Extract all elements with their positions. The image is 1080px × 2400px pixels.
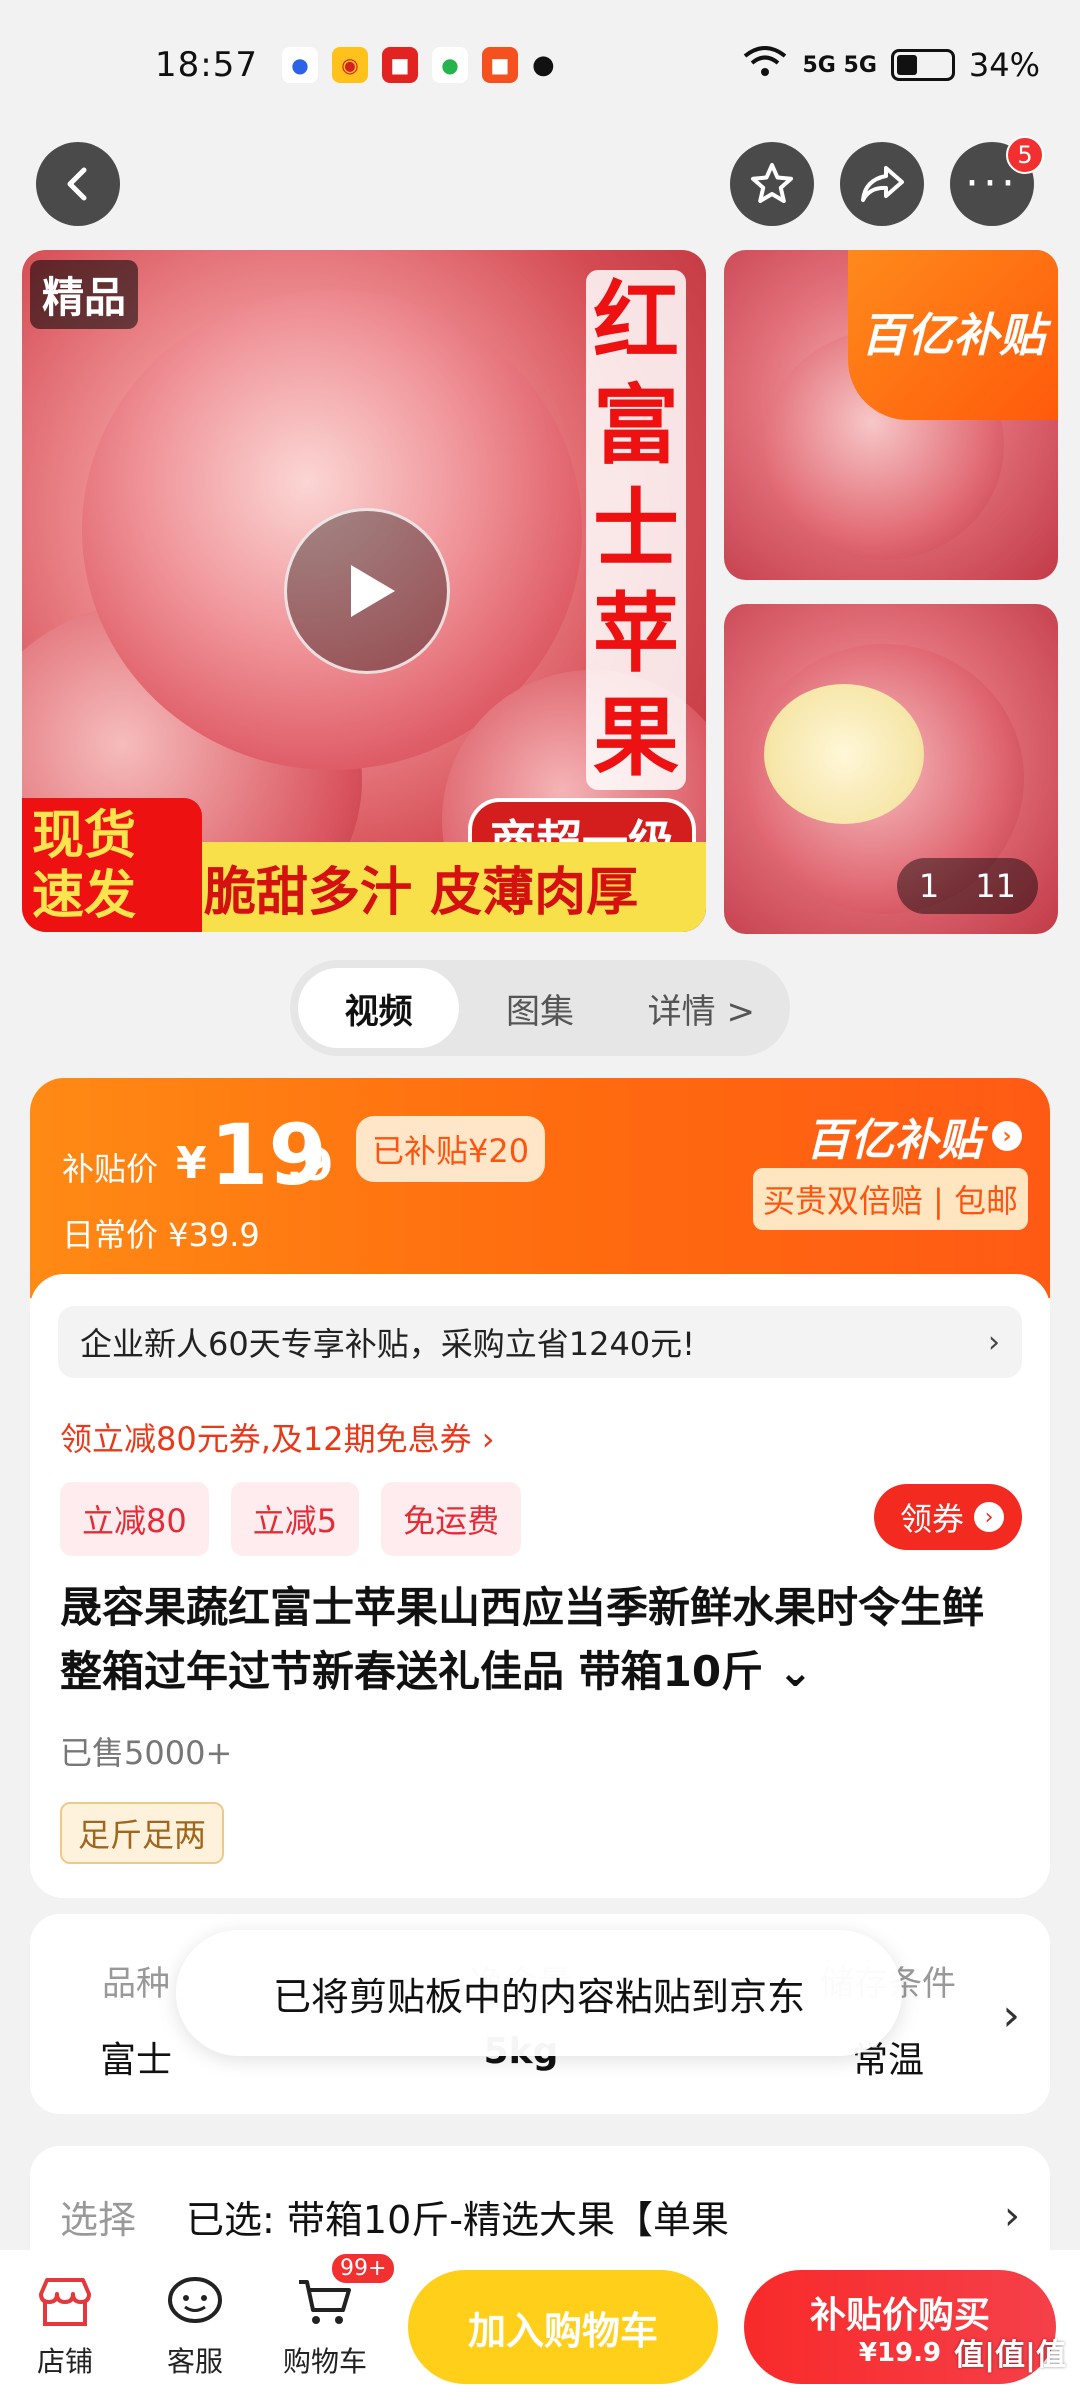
battery-icon (890, 49, 955, 81)
chevron-right-icon: › (1004, 2193, 1020, 2239)
customer-service-button[interactable]: 客服 (130, 2270, 260, 2380)
promo-tags: 立减80 立减5 免运费 (60, 1482, 522, 1556)
back-button[interactable] (36, 142, 120, 226)
price-decimal: .9 (286, 1140, 334, 1191)
cart-label: 购物车 (282, 2345, 367, 2378)
wifi-icon (742, 44, 788, 86)
share-button[interactable] (840, 142, 924, 226)
bottom-action-bar: 店铺 客服 99+ 购物车 加入购物车 补贴价购买 ¥19.9 (0, 2250, 1080, 2400)
stock-badge: 现货 速发 (22, 798, 202, 932)
coupon-link[interactable]: 领立减80元券,及12期免息券 › (60, 1414, 495, 1460)
enterprise-promo-bar[interactable]: 企业新人60天专享补贴，采购立省1240元! › (58, 1306, 1022, 1378)
weibo-app-icon: ◉ (331, 47, 368, 83)
price-header: 补贴价 ¥ 19 .9 已补贴¥20 日常价 ¥39.9 百亿补贴 › 买贵双倍… (30, 1078, 1050, 1298)
add-to-cart-button[interactable]: 加入购物车 (408, 2270, 718, 2384)
attribute-variety: 品种 富士 (100, 1956, 172, 2083)
subsidy-brand-text: 百亿补贴 (806, 1115, 982, 1166)
get-coupon-label: 领券 (899, 1500, 964, 1538)
guarantee-tag: 买贵双倍赔 | 包邮 (752, 1168, 1028, 1230)
share-icon (861, 166, 904, 202)
premium-tag: 精品 (30, 260, 139, 329)
stock-badge-line1: 现货 (32, 806, 137, 866)
clipboard-toast: 已将剪贴板中的内容粘贴到京东 (176, 1930, 902, 2056)
apple-bite-image (764, 684, 924, 824)
weight-guarantee-tag: 足斤足两 (60, 1802, 225, 1864)
promo-banner: 现货 速发 脆甜多汁 皮薄肉厚 (22, 798, 706, 932)
page-total: 11 (975, 867, 1016, 905)
discount-tag: 立减5 (230, 1482, 360, 1556)
tab-details[interactable]: 详情 > (621, 968, 782, 1048)
customer-service-label: 客服 (166, 2345, 223, 2378)
chevron-right-icon: › (1002, 1990, 1020, 2041)
main-product-image[interactable]: 精品 红富士苹果 商超一级 现货 速发 脆甜多汁 皮薄肉厚 (22, 250, 706, 932)
notification-dot-icon: ● (531, 50, 555, 80)
price-currency: ¥ (176, 1138, 207, 1189)
discount-tag: 立减80 (60, 1482, 209, 1556)
sold-count: 已售5000+ (60, 1734, 233, 1772)
stock-badge-line2: 速发 (32, 866, 137, 926)
customer-service-icon (163, 2270, 227, 2334)
page-current: 1 (918, 867, 940, 905)
product-gallery[interactable]: 精品 红富士苹果 商超一级 现货 速发 脆甜多汁 皮薄肉厚 百亿补贴 1 11 (0, 250, 1080, 935)
subsidy-price-label: 补贴价 (62, 1150, 159, 1188)
product-title[interactable]: 晟容果蔬红富士苹果山西应当季新鲜水果时令生鲜整箱过年过节新春送礼佳品 带箱10斤… (60, 1576, 1020, 1704)
status-time: 18:57 (155, 45, 258, 85)
signal-icon: 5G 5G (802, 52, 877, 78)
star-icon (751, 163, 793, 203)
red-app-icon: ■ (381, 47, 418, 83)
media-segment-tabs: 视频 图集 详情 > (290, 960, 790, 1056)
chevron-right-icon: › (988, 1324, 1000, 1360)
more-icon: ··· (965, 158, 1019, 209)
status-bar: 18:57 ● ◉ ■ ● ■ ● 5G 5G 34% (0, 0, 1080, 130)
product-vertical-title: 红富士苹果 (586, 270, 686, 790)
store-icon (33, 2270, 97, 2334)
subsidized-pill: 已补贴¥20 (356, 1116, 546, 1182)
subsidy-corner-badge: 百亿补贴 (848, 250, 1058, 420)
thumbnail-image-2[interactable]: 1 11 (724, 604, 1058, 934)
chevron-right-icon: › (974, 1502, 1004, 1532)
favorite-button[interactable] (730, 142, 814, 226)
selection-value: 已选: 带箱10斤-精选大果【单果 (186, 2197, 729, 2242)
enterprise-promo-text: 企业新人60天专享补贴，采购立省1240元! (80, 1325, 695, 1363)
product-info: 企业新人60天专享补贴，采购立省1240元! › 领立减80元券,及12期免息券… (30, 1274, 1050, 1898)
price-card: 补贴价 ¥ 19 .9 已补贴¥20 日常价 ¥39.9 百亿补贴 › 买贵双倍… (30, 1078, 1050, 1898)
play-icon (351, 565, 395, 617)
watermark-logo: 值|值|值 (954, 2338, 1066, 2373)
chevron-right-icon: › (992, 1121, 1022, 1151)
store-button[interactable]: 店铺 (0, 2270, 130, 2380)
cart-button[interactable]: 99+ 购物车 (260, 2252, 397, 2380)
more-button[interactable]: ··· 5 (950, 136, 1044, 226)
attribute-key: 品种 (102, 1964, 170, 2004)
thumbnail-image-1[interactable]: 百亿补贴 (724, 250, 1058, 580)
buy-now-price: ¥19.9 (858, 2338, 942, 2368)
free-shipping-tag: 免运费 (381, 1482, 522, 1556)
attribute-value: 富士 (100, 2040, 173, 2081)
play-video-button[interactable] (284, 508, 450, 674)
slogan-text: 脆甜多汁 皮薄肉厚 (204, 862, 639, 923)
green-app-icon: ● (431, 47, 468, 83)
get-coupon-button[interactable]: 领券 › (873, 1484, 1022, 1550)
selection-label: 选择 (60, 2197, 137, 2242)
baidu-app-icon: ● (281, 47, 318, 83)
tab-video[interactable]: 视频 (298, 968, 460, 1048)
more-badge: 5 (1006, 136, 1044, 174)
original-price: 日常价 ¥39.9 (62, 1216, 260, 1254)
tab-gallery[interactable]: 图集 (459, 968, 620, 1048)
battery-percent: 34% (968, 46, 1040, 84)
back-arrow-icon (67, 167, 87, 201)
orange-app-icon: ■ (481, 47, 518, 83)
page-counter: 1 11 (896, 858, 1038, 914)
cart-badge: 99+ (330, 2252, 397, 2285)
store-label: 店铺 (36, 2345, 93, 2378)
subsidy-brand-link[interactable]: 百亿补贴 › (806, 1104, 1022, 1168)
